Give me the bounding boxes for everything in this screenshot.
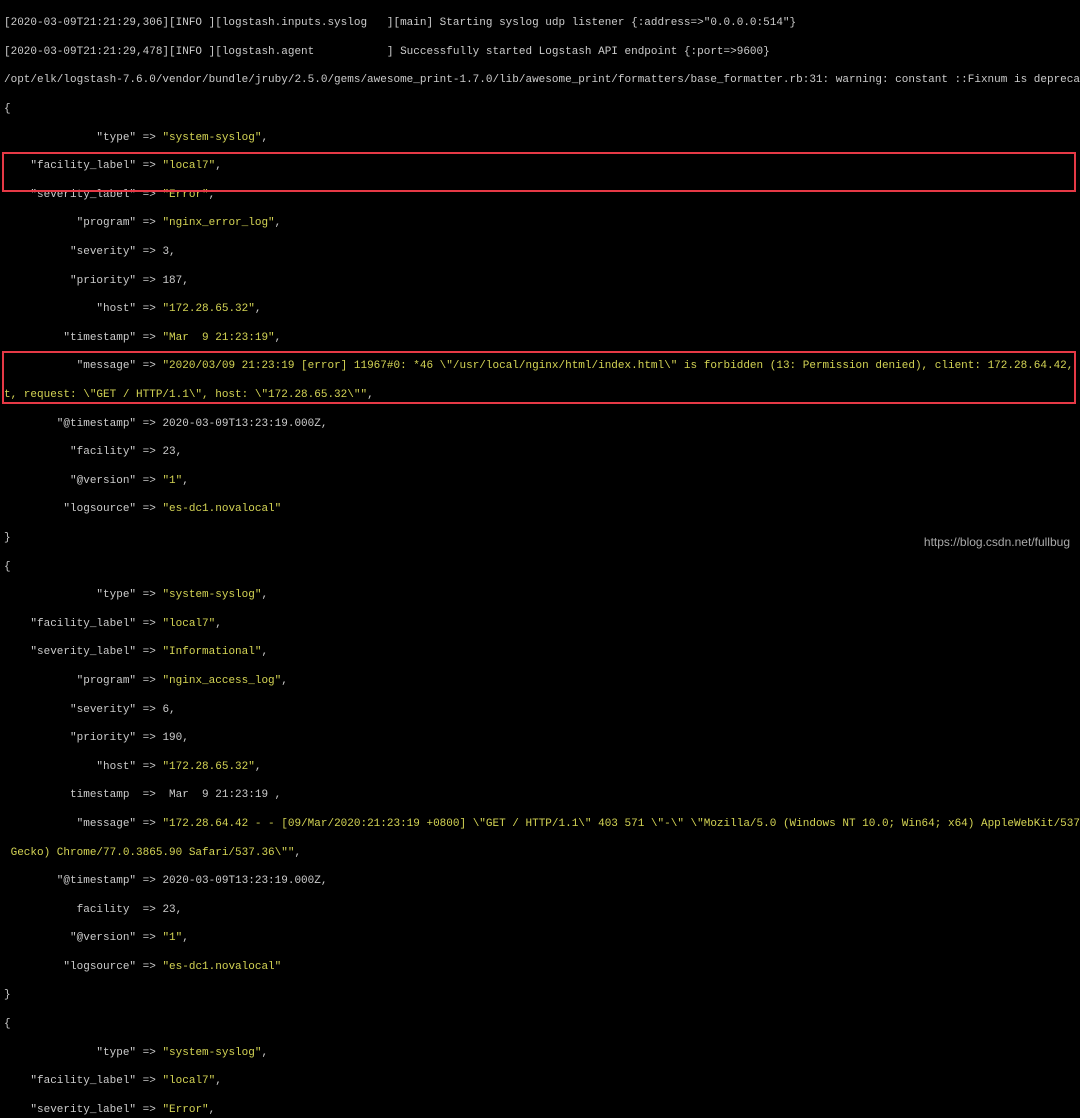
log-field-host: "host" => "172.28.65.32", — [4, 760, 1076, 774]
log-field-timestamp: "timestamp" => "Mar 9 21:23:19", — [4, 331, 1076, 345]
log-field-facility-label: "facility_label" => "local7", — [4, 159, 1076, 173]
log-field-facility-label: "facility_label" => "local7", — [4, 617, 1076, 631]
log-field-at-timestamp: "@timestamp" => 2020-03-09T13:23:19.000Z… — [4, 417, 1076, 431]
json-brace-close: } — [4, 988, 1076, 1002]
json-brace-close: } — [4, 531, 1076, 545]
log-field-facility-label: "facility_label" => "local7", — [4, 1074, 1076, 1088]
log-field-type: "type" => "system-syslog", — [4, 1046, 1076, 1060]
log-field-severity: "severity" => 6, — [4, 703, 1076, 717]
log-field-host: "host" => "172.28.65.32", — [4, 302, 1076, 316]
log-field-facility: facility => 23, — [4, 903, 1076, 917]
log-field-priority: "priority" => 187, — [4, 274, 1076, 288]
log-field-program: "program" => "nginx_error_log", — [4, 216, 1076, 230]
log-field-version: "@version" => "1", — [4, 931, 1076, 945]
log-field-at-timestamp: "@timestamp" => 2020-03-09T13:23:19.000Z… — [4, 874, 1076, 888]
json-brace-open: { — [4, 102, 1076, 116]
log-field-message-cont: t, request: \"GET / HTTP/1.1\", host: \"… — [4, 388, 1076, 402]
log-field-severity-label: "severity_label" => "Error", — [4, 1103, 1076, 1117]
log-field-message: "message" => "2020/03/09 21:23:19 [error… — [4, 359, 1076, 373]
log-field-severity-label: "severity_label" => "Error", — [4, 188, 1076, 202]
log-field-priority: "priority" => 190, — [4, 731, 1076, 745]
watermark-text: https://blog.csdn.net/fullbug — [924, 535, 1070, 551]
log-field-type: "type" => "system-syslog", — [4, 131, 1076, 145]
log-field-logsource: "logsource" => "es-dc1.novalocal" — [4, 502, 1076, 516]
log-field-timestamp: timestamp => Mar 9 21:23:19 , — [4, 788, 1076, 802]
log-field-message: "message" => "172.28.64.42 - - [09/Mar/2… — [4, 817, 1076, 831]
log-field-logsource: "logsource" => "es-dc1.novalocal" — [4, 960, 1076, 974]
terminal-output: [2020-03-09T21:21:29,306][INFO ][logstas… — [0, 0, 1080, 1118]
log-field-message-cont: Gecko) Chrome/77.0.3865.90 Safari/537.36… — [4, 846, 1076, 860]
log-field-facility: "facility" => 23, — [4, 445, 1076, 459]
log-field-type: "type" => "system-syslog", — [4, 588, 1076, 602]
json-brace-open: { — [4, 560, 1076, 574]
json-brace-open: { — [4, 1017, 1076, 1031]
log-field-severity: "severity" => 3, — [4, 245, 1076, 259]
log-header-line: [2020-03-09T21:21:29,306][INFO ][logstas… — [4, 16, 1076, 30]
log-header-line: /opt/elk/logstash-7.6.0/vendor/bundle/jr… — [4, 73, 1076, 87]
log-field-version: "@version" => "1", — [4, 474, 1076, 488]
log-field-severity-label: "severity_label" => "Informational", — [4, 645, 1076, 659]
log-header-line: [2020-03-09T21:21:29,478][INFO ][logstas… — [4, 45, 1076, 59]
log-field-program: "program" => "nginx_access_log", — [4, 674, 1076, 688]
